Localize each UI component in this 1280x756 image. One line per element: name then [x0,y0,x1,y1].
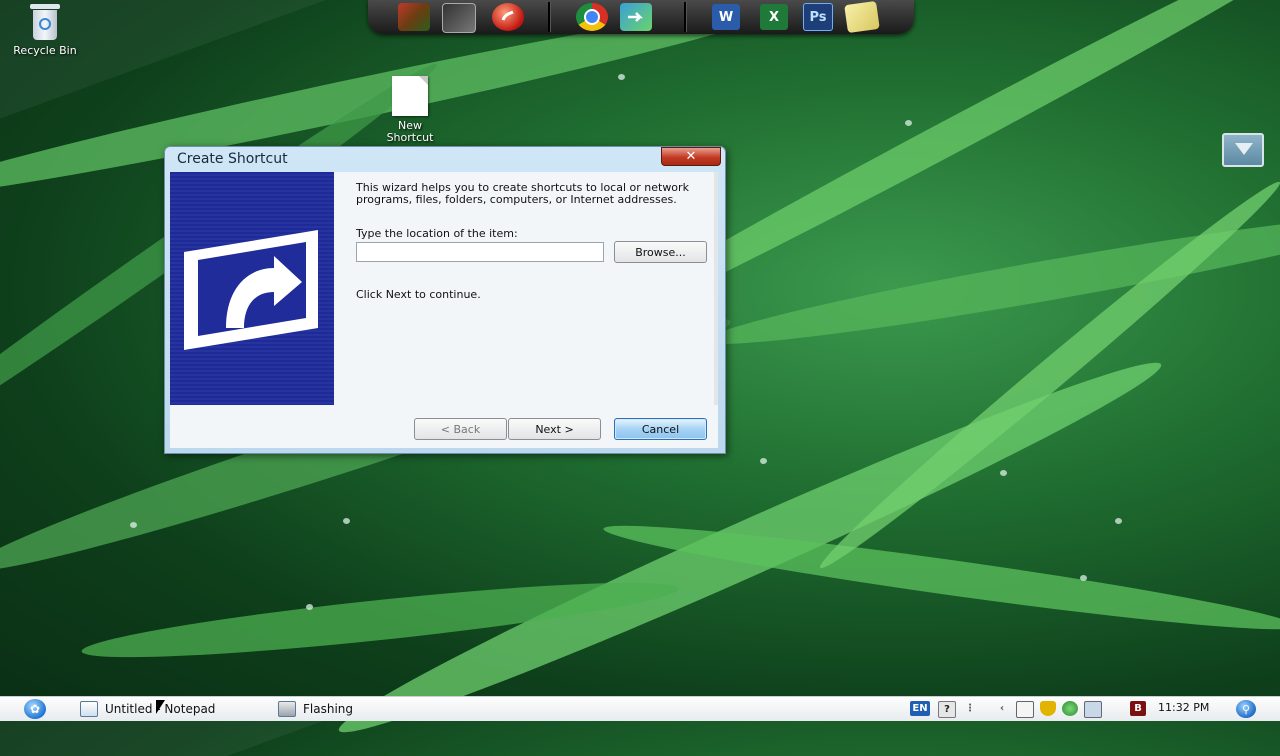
download-widget-icon[interactable] [1222,133,1264,167]
dialog-client: This wizard helps you to create shortcut… [170,172,718,448]
sticky-notes-icon[interactable] [844,0,880,34]
photoshop-icon[interactable]: Ps [802,3,834,31]
window-icon [278,701,296,717]
blank-file-icon [392,76,428,116]
close-icon: ✕ [685,149,697,164]
word-icon[interactable]: W [710,3,742,31]
dialog-edge [714,172,718,405]
create-shortcut-dialog: Create Shortcut ✕ This wizard helps you … [164,146,726,454]
dock: W X Ps [368,0,914,34]
desktop-icon-recycle-bin[interactable]: Recycle Bin [5,4,85,57]
close-button[interactable]: ✕ [661,147,721,166]
location-label: Type the location of the item: [356,227,518,240]
flash-icon[interactable] [492,3,524,31]
clock[interactable]: 11:32 PM [1158,701,1209,714]
games-icon[interactable] [442,3,476,33]
network-icon[interactable] [1062,701,1078,716]
desktop-icon-label: New Shortcut [386,119,434,144]
task-notepad[interactable]: Untitled - Notepad [80,699,215,719]
task-flashing[interactable]: Flashing [278,699,353,719]
volume-icon[interactable] [1084,701,1102,718]
wizard-banner [170,172,334,405]
desktop-icon-new-shortcut[interactable]: New Shortcut [370,76,450,144]
back-button[interactable]: < Back [414,418,507,440]
start-button[interactable]: ✿ [24,699,46,719]
media-gallery-icon[interactable] [398,3,430,31]
taskbar: ✿ Untitled - Notepad Flashing EN ? ⋮ ‹ B… [0,696,1280,721]
excel-icon[interactable]: X [758,3,790,31]
transfer-icon[interactable] [620,3,652,31]
display-icon[interactable] [1016,701,1034,718]
mouse-cursor-icon [156,700,165,714]
shortcut-arrow-icon [184,230,318,350]
app-tray-icon[interactable]: B [1130,701,1146,716]
start-icon: ✿ [29,702,41,716]
cancel-button[interactable]: Cancel [614,418,707,440]
next-button[interactable]: Next > [508,418,601,440]
security-shield-icon[interactable] [1040,701,1056,716]
wizard-intro: This wizard helps you to create shortcut… [356,181,689,206]
chrome-icon[interactable] [576,3,608,31]
dialog-title: Create Shortcut [177,151,288,167]
continue-text: Click Next to continue. [356,288,481,301]
language-indicator[interactable]: EN [910,701,930,716]
task-label: Flashing [303,702,354,716]
browse-button[interactable]: Browse... [614,241,707,263]
tray-dots-icon: ⋮ [965,703,975,714]
recycle-bin-icon [30,4,60,40]
desktop-icon-label: Recycle Bin [13,44,77,57]
tray-expand-icon[interactable]: ‹ [998,701,1006,716]
help-icon[interactable]: ? [938,701,956,718]
search-icon[interactable]: ⚲ [1236,700,1256,718]
notepad-icon [80,701,98,717]
location-input[interactable] [356,242,604,262]
